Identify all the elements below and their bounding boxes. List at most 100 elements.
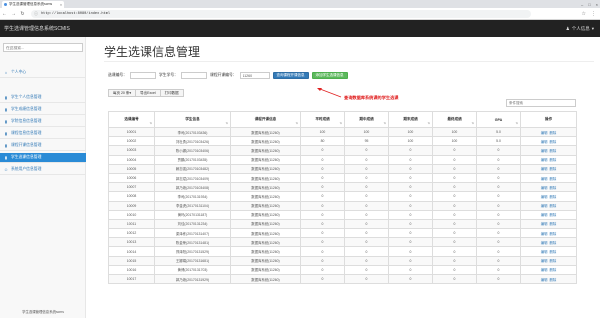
edit-link[interactable]: 编辑 [541, 149, 548, 153]
table-cell: 0 [388, 228, 433, 239]
app-brand[interactable]: 学生选课管理信息系统SCMIS [4, 25, 70, 32]
select-id-input[interactable] [129, 72, 156, 79]
delete-link[interactable]: 删除 [550, 131, 557, 135]
edit-link[interactable]: 编辑 [541, 140, 548, 144]
table-row: 10017 郭乃炀(20170131929) 数据库系统(11260) 0 0 0 0 0 编辑… [108, 273, 577, 285]
back-icon[interactable]: ← [0, 11, 9, 17]
close-window-icon[interactable]: × [596, 2, 598, 7]
sort-icon[interactable]: ⇅ [339, 121, 342, 125]
edit-link[interactable]: 编辑 [541, 278, 548, 282]
delete-link[interactable]: 删除 [550, 213, 557, 217]
sidebar-item-7[interactable]: ☺ 系统用户信息管理 [0, 165, 86, 175]
column-header[interactable]: 课程开课信息 ⇅ [230, 111, 301, 128]
table-cell: 10006 [108, 172, 155, 184]
edit-link[interactable]: 编辑 [541, 204, 548, 208]
delete-link[interactable]: 删除 [550, 250, 557, 254]
delete-link[interactable]: 删除 [550, 241, 557, 245]
sidebar-item-6[interactable]: ▮ 学生选课信息管理 [0, 153, 86, 163]
column-header[interactable]: 操作 [520, 111, 577, 128]
column-header[interactable]: 期末成绩 ⇅ [388, 111, 433, 128]
export-excel-button[interactable]: 导出Excel [135, 89, 161, 97]
sidebar-item-2[interactable]: ▮ 学生成绩信息管理 [0, 105, 86, 115]
delete-link[interactable]: 删除 [550, 186, 557, 190]
column-header-label: 操作 [544, 117, 553, 121]
edit-link[interactable]: 编辑 [541, 186, 548, 190]
sort-icon[interactable]: ⇅ [427, 121, 430, 125]
user-menu[interactable]: ♟ 个人信息 ▾ [566, 26, 596, 32]
delete-link[interactable]: 删除 [550, 232, 557, 236]
menu-icon[interactable]: ⋮ [591, 11, 596, 17]
maximize-icon[interactable]: □ [588, 2, 590, 7]
delete-link[interactable]: 删除 [550, 140, 557, 144]
course-offer-id-input[interactable] [239, 72, 270, 79]
page-size-button[interactable]: 每页 20 条 ▾ [108, 89, 137, 97]
edit-link[interactable]: 编辑 [541, 213, 548, 217]
sort-icon[interactable]: ⇅ [225, 121, 228, 125]
minimize-icon[interactable]: – [581, 2, 583, 7]
table-cell: 数据库系统(11260) [230, 136, 301, 147]
edit-link[interactable]: 编辑 [541, 250, 548, 254]
column-header[interactable]: GPA ⇅ [476, 111, 521, 128]
column-header[interactable]: 学生信息 ⇅ [154, 111, 231, 128]
table-cell: 数据库系统(11260) [230, 200, 301, 211]
query-button[interactable]: 查询课程开课信息 [272, 72, 309, 79]
table-row: 10015 王娜娟(20170131681) 数据库系统(11260) 0 0 0 0 0 编辑… [108, 255, 577, 266]
sidebar-search-input[interactable] [6, 45, 80, 50]
sort-icon[interactable]: ⇅ [471, 121, 474, 125]
add-selection-button[interactable]: 添加学生选课信息 [311, 72, 348, 79]
sort-icon[interactable]: ⇅ [149, 121, 152, 125]
edit-link[interactable]: 编辑 [541, 195, 548, 199]
forward-icon[interactable]: → [9, 11, 18, 17]
edit-link[interactable]: 编辑 [541, 241, 548, 245]
sort-icon[interactable]: ⇅ [383, 121, 386, 125]
table-cell: 0 [388, 200, 433, 211]
edit-link[interactable]: 编辑 [541, 268, 548, 272]
url-field[interactable]: ⓘ http://localhost:8080/index.html [31, 9, 531, 18]
sidebar-item-0[interactable]: ⌂ 个人中心 [0, 68, 86, 78]
sidebar-item-3[interactable]: ▮ 学院信息信息管理 [0, 117, 86, 127]
star-icon[interactable]: ☆ [582, 11, 586, 17]
browser-tab[interactable]: 学生选课管理信息系统scms × [2, 1, 64, 8]
table-cell: 刘杜勇(20170103426) [154, 136, 231, 147]
edit-link[interactable]: 编辑 [541, 232, 548, 236]
sort-icon[interactable]: ⇅ [515, 121, 518, 125]
sort-icon[interactable]: ⇅ [295, 121, 298, 125]
column-header[interactable]: 期中成绩 ⇅ [344, 111, 389, 128]
delete-link[interactable]: 删除 [550, 259, 557, 263]
delete-link[interactable]: 删除 [550, 222, 557, 226]
delete-link[interactable]: 删除 [550, 204, 557, 208]
table-search-input[interactable] [509, 101, 573, 105]
column-header[interactable]: 选课编号 ⇅ [108, 111, 155, 128]
row-actions: 编辑 删除 [520, 255, 577, 266]
table-cell: 0 [476, 191, 521, 202]
delete-link[interactable]: 删除 [550, 167, 557, 171]
edit-link[interactable]: 编辑 [541, 167, 548, 171]
delete-link[interactable]: 删除 [550, 177, 557, 181]
delete-link[interactable]: 删除 [550, 195, 557, 199]
edit-link[interactable]: 编辑 [541, 131, 548, 135]
edit-link[interactable]: 编辑 [541, 177, 548, 181]
delete-link[interactable]: 删除 [550, 278, 557, 282]
table-cell: 0 [300, 237, 345, 248]
student-id-input[interactable] [180, 72, 207, 79]
table-cell: 0 [344, 209, 389, 220]
sidebar-item-4[interactable]: ▮ 课程信息信息管理 [0, 129, 86, 139]
edit-link[interactable]: 编辑 [541, 259, 548, 263]
delete-link[interactable]: 删除 [550, 158, 557, 162]
edit-link[interactable]: 编辑 [541, 222, 548, 226]
sidebar-item-1[interactable]: ▮ 学生个人信息管理 [0, 93, 86, 103]
table-cell: 0 [388, 218, 433, 230]
edit-link[interactable]: 编辑 [541, 158, 548, 162]
sidebar-item-5[interactable]: ▮ 课程开课信息管理 [0, 141, 86, 151]
table-cell: 10003 [108, 145, 155, 156]
column-header[interactable]: 平时成绩 ⇅ [300, 111, 345, 128]
reload-icon[interactable]: ↻ [18, 11, 27, 17]
column-header[interactable]: 最终成绩 ⇅ [432, 111, 477, 128]
delete-link[interactable]: 删除 [550, 268, 557, 272]
table-row: 10010 黄玛(20170131187) 数据库系统(11260) 0 0 0 0 0 编辑删… [108, 209, 577, 220]
close-tab-icon[interactable]: × [60, 3, 62, 7]
delete-link[interactable]: 删除 [550, 149, 557, 153]
page-size-label: 每页 20 条 [113, 90, 130, 95]
table-cell: 100 [432, 126, 477, 138]
print-button[interactable]: 打印数据 [159, 89, 184, 97]
